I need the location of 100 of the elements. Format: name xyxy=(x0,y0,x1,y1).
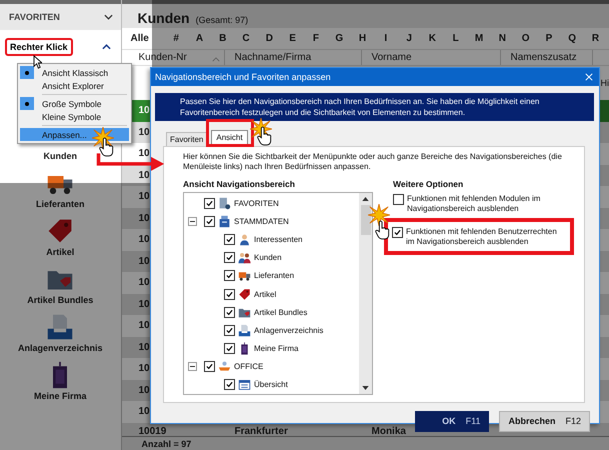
letter-filter[interactable]: Q xyxy=(560,33,584,44)
tray-icon xyxy=(238,324,251,337)
close-icon[interactable] xyxy=(585,73,593,81)
tray-icon xyxy=(46,313,74,341)
checkbox[interactable] xyxy=(224,234,235,245)
checkbox[interactable] xyxy=(224,379,235,390)
tree-item[interactable]: Interessenten xyxy=(254,234,302,244)
checkbox[interactable] xyxy=(204,216,215,227)
letter-filter[interactable]: L xyxy=(444,33,468,44)
sidebar-item[interactable]: Anlagenverzeichnis xyxy=(18,343,103,353)
table-cell: 10 xyxy=(138,406,150,418)
menu-item[interactable]: Kleine Symbole xyxy=(20,110,129,123)
chevron-down-icon[interactable] xyxy=(104,14,112,20)
table-cell: 10 xyxy=(138,126,150,138)
letter-filter[interactable]: D xyxy=(258,33,281,44)
checkbox[interactable] xyxy=(204,198,215,209)
pointer-cursor-icon xyxy=(33,55,42,69)
column-header[interactable]: Hi xyxy=(600,78,609,88)
letter-filter[interactable]: I xyxy=(374,33,398,44)
scrollbar[interactable] xyxy=(359,193,372,394)
column-header[interactable]: Nachname/Firma xyxy=(224,50,362,65)
letter-filter[interactable]: H xyxy=(350,33,374,44)
tree-item[interactable]: Kunden xyxy=(254,253,282,262)
checkbox[interactable] xyxy=(224,324,235,336)
option-label[interactable]: Funktionen mit fehlenden Modulen im Navigationsbereich ausblenden xyxy=(407,194,574,214)
checkbox[interactable] xyxy=(224,343,235,354)
letter-filter[interactable]: B xyxy=(211,33,234,44)
scrollbar-thumb[interactable] xyxy=(360,205,370,235)
letter-filter[interactable]: K xyxy=(420,33,444,44)
section-heading: Weitere Optionen xyxy=(393,179,464,189)
scroll-down-icon[interactable] xyxy=(362,386,369,390)
sidebar-item[interactable]: Meine Firma xyxy=(34,391,86,401)
menu-item[interactable]: Große Symbole xyxy=(20,97,129,110)
sidebar-item[interactable]: Kunden xyxy=(44,151,77,161)
tree-item[interactable]: Meine Firma xyxy=(254,344,298,354)
checkbox[interactable] xyxy=(393,194,404,205)
ok-button[interactable]: OK F11 xyxy=(415,410,490,432)
letter-filter[interactable]: Alle xyxy=(122,33,164,44)
tree-item[interactable]: Artikel xyxy=(254,290,276,299)
table-cell: 10019 xyxy=(138,426,166,436)
table-cell: 10 xyxy=(138,298,150,310)
table-cell: 10 xyxy=(138,148,150,160)
total-count: (Gesamt: 97) xyxy=(196,15,248,25)
checkbox[interactable] xyxy=(224,270,235,282)
person-icon xyxy=(238,232,251,246)
column-header[interactable]: Namenszusatz xyxy=(500,50,592,65)
letter-filter[interactable]: M xyxy=(467,33,491,44)
table-cell: 10 xyxy=(138,212,150,224)
tree-item[interactable]: STAMMDATEN xyxy=(234,216,289,226)
collapse-icon[interactable] xyxy=(188,216,197,226)
tree-item[interactable]: Artikel Bundles xyxy=(254,308,308,317)
tree-item[interactable]: Lieferanten xyxy=(254,271,294,280)
letter-filter[interactable]: # xyxy=(164,33,188,44)
callout-label: Rechter Klick xyxy=(5,38,73,56)
cancel-button[interactable]: Abbrechen F12 xyxy=(499,410,590,432)
checkbox[interactable] xyxy=(224,288,235,300)
tree-item[interactable]: Anlagenverzeichnis xyxy=(254,326,324,335)
letter-filter[interactable]: O xyxy=(514,33,538,44)
tree-item[interactable]: OFFICE xyxy=(234,362,264,372)
checkbox[interactable] xyxy=(392,227,403,238)
tab[interactable]: Favoriten xyxy=(166,132,208,146)
sidebar-item[interactable]: Artikel xyxy=(46,247,74,257)
table-cell: Monika xyxy=(372,426,406,436)
collapse-icon[interactable] xyxy=(188,362,197,372)
document-gear-icon xyxy=(218,196,231,210)
table-cell: 10 xyxy=(138,384,150,396)
status-bar: Anzahl = 97 xyxy=(122,436,609,450)
sidebar-item[interactable]: Lieferanten xyxy=(36,199,84,209)
checkbox[interactable] xyxy=(224,252,235,264)
tree-item[interactable]: FAVORITEN xyxy=(234,198,279,208)
letter-filter[interactable]: N xyxy=(490,33,514,44)
letter-filter[interactable]: F xyxy=(304,33,328,44)
table-cell: 10 xyxy=(138,234,150,246)
scroll-up-icon[interactable] xyxy=(362,197,369,201)
table-cell: 10 xyxy=(138,342,150,353)
section-header[interactable]: FAVORITEN xyxy=(0,0,120,30)
sidebar-item[interactable]: Artikel Bundles xyxy=(27,295,94,305)
menu-item[interactable]: Ansicht Klassisch xyxy=(20,66,129,79)
checkbox[interactable] xyxy=(204,361,215,372)
letter-filter[interactable]: C xyxy=(234,33,258,44)
table-cell: 10 xyxy=(138,170,150,181)
menu-item[interactable]: Ansicht Explorer xyxy=(20,79,129,92)
table-cell: 10 xyxy=(138,256,150,267)
section-heading: Ansicht Navigationsbereich xyxy=(183,179,296,189)
checkbox[interactable] xyxy=(224,306,235,318)
table-cell: 10 xyxy=(138,191,150,202)
cabinet-icon xyxy=(218,214,231,228)
letter-filter[interactable]: P xyxy=(537,33,561,44)
letter-filter[interactable]: G xyxy=(328,33,351,44)
letter-filter[interactable]: J xyxy=(397,33,421,44)
option-label[interactable]: Funktionen mit fehlenden Benutzerrechten im Navigationsbereich ausblenden xyxy=(406,227,566,247)
letter-filter[interactable]: A xyxy=(188,33,212,44)
tree-item[interactable]: Übersicht xyxy=(254,380,288,390)
letter-filter[interactable]: E xyxy=(280,33,304,44)
letter-filter[interactable]: R xyxy=(584,33,608,44)
menu-item[interactable]: Anpassen... xyxy=(20,128,129,141)
person-desk-icon xyxy=(218,360,231,374)
chevron-up-icon[interactable] xyxy=(102,44,110,50)
column-header[interactable]: Vorname xyxy=(362,50,500,65)
click-burst-icon xyxy=(368,204,390,226)
